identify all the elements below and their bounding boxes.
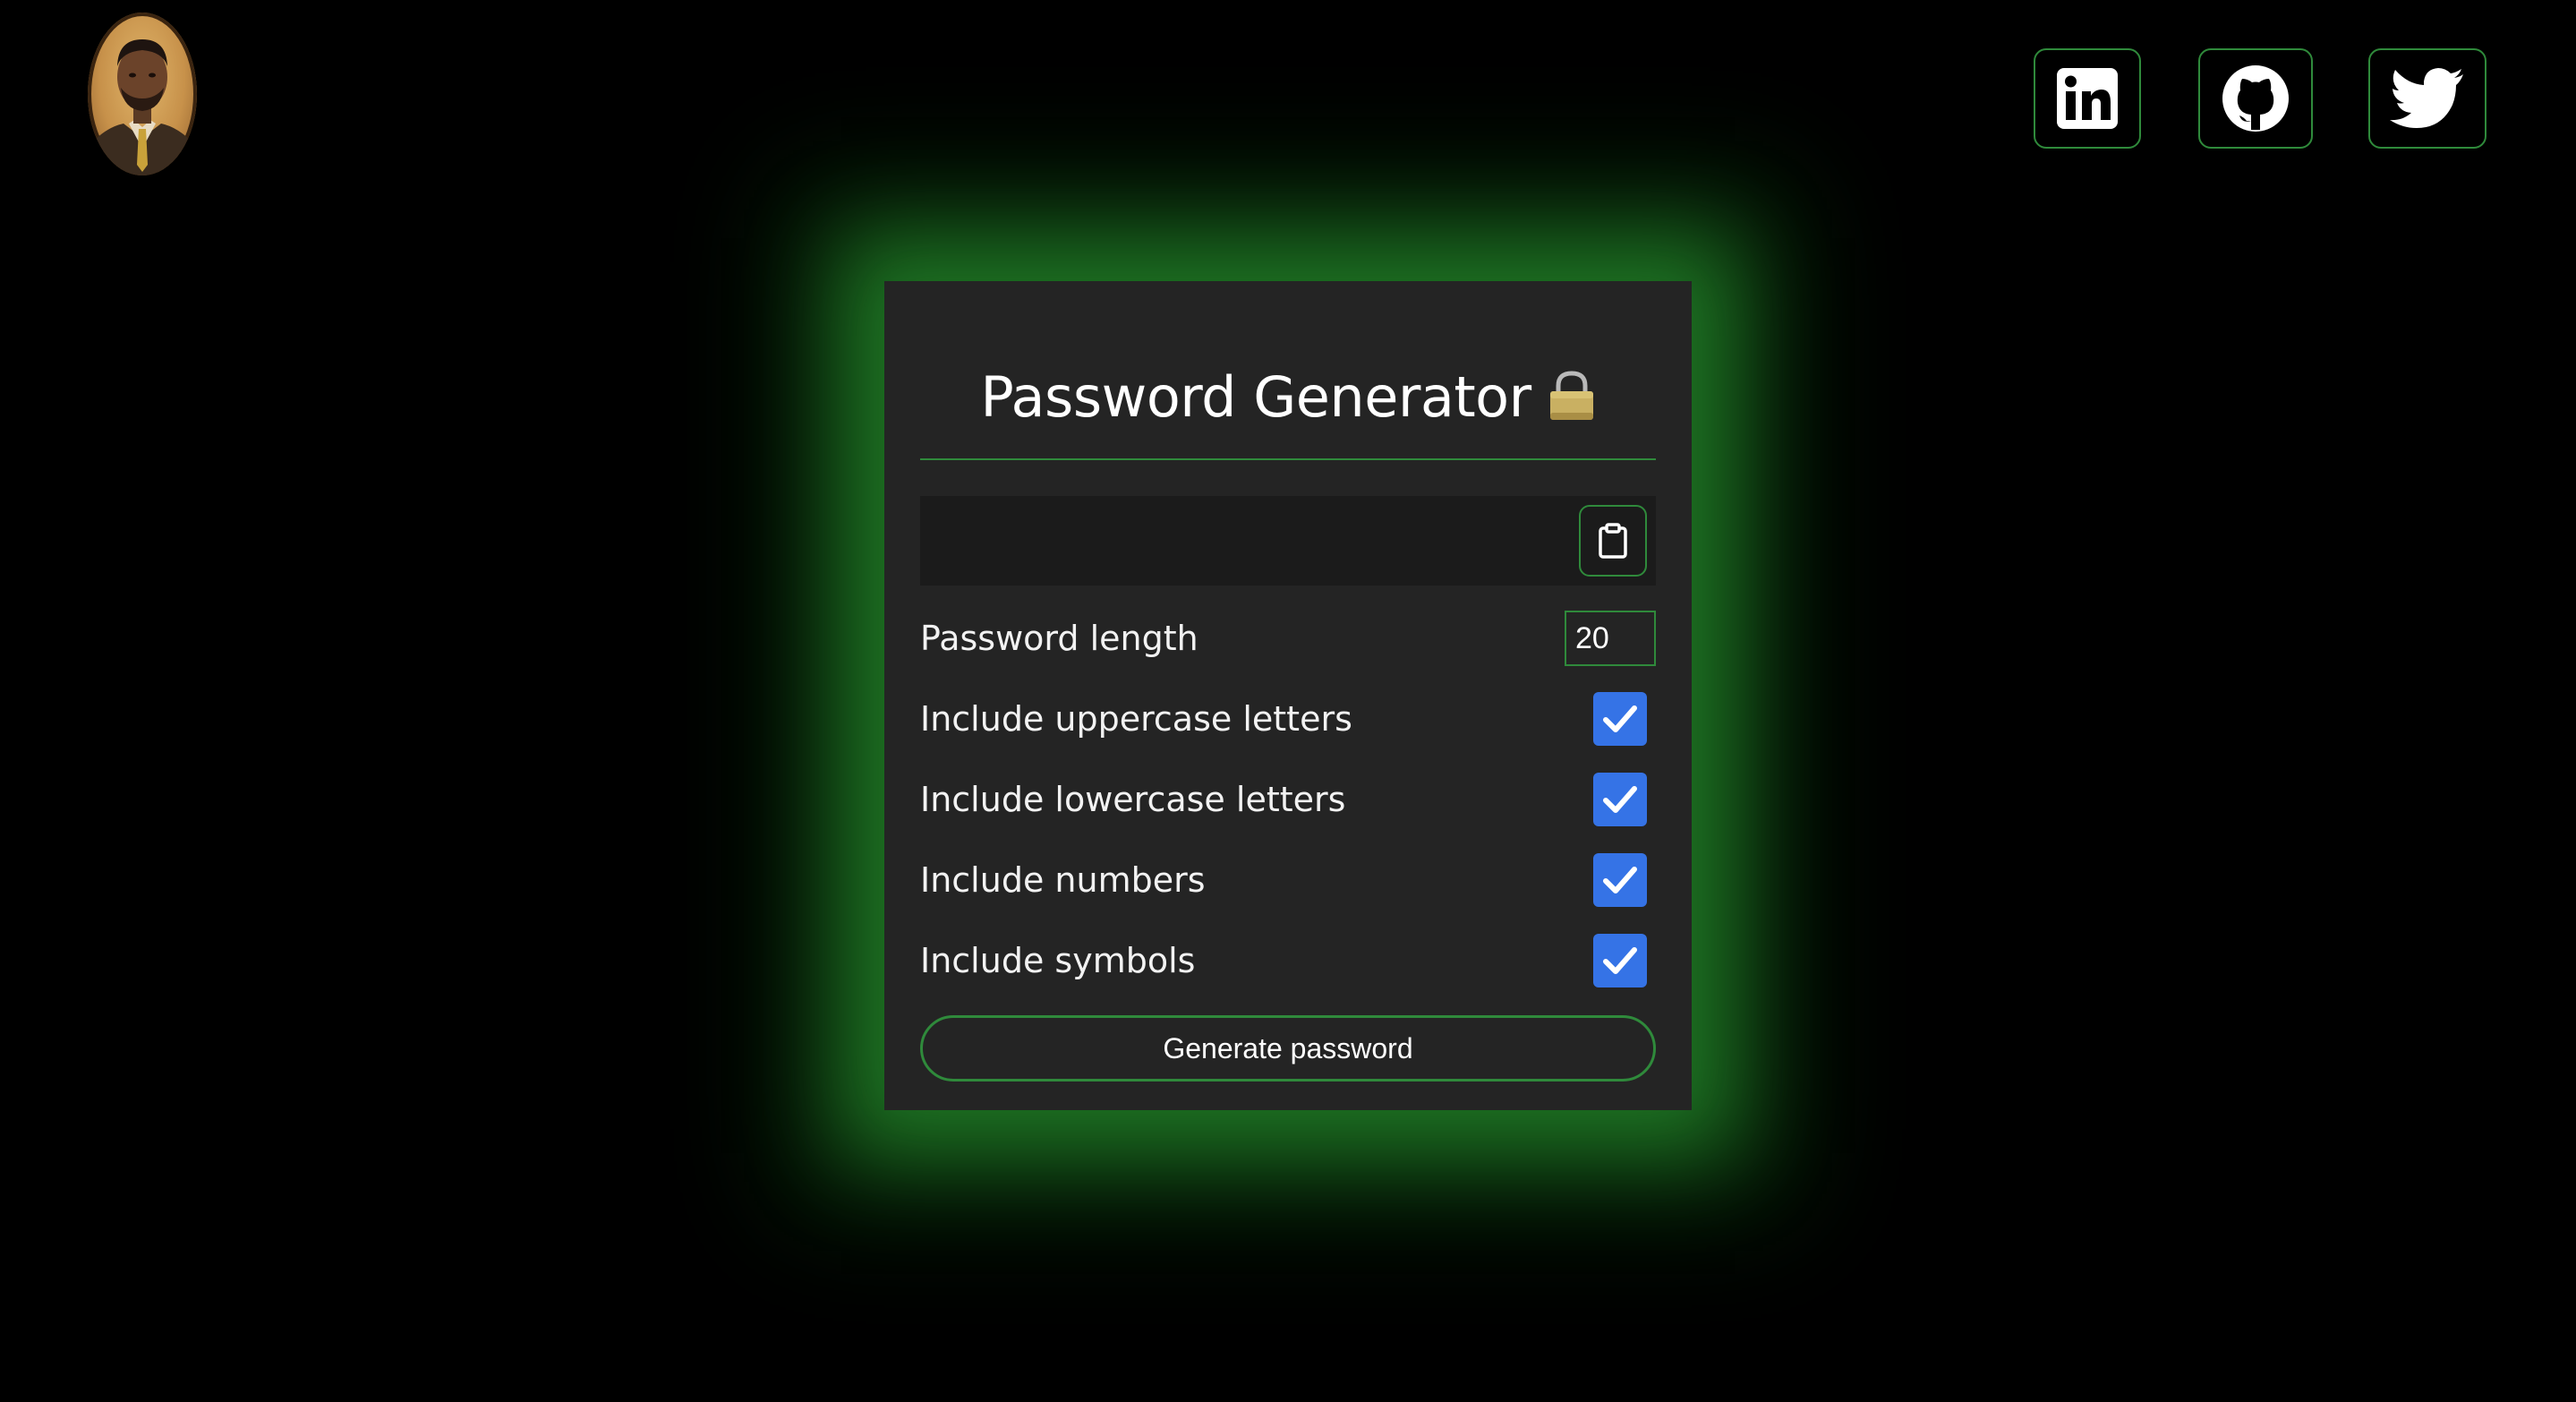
numbers-checkbox[interactable] bbox=[1593, 853, 1647, 907]
github-link[interactable] bbox=[2198, 48, 2313, 149]
checkmark-icon bbox=[1603, 786, 1637, 813]
symbols-option-label: Include symbols bbox=[920, 941, 1196, 980]
uppercase-option-row: Include uppercase letters bbox=[920, 679, 1656, 759]
generate-password-button[interactable]: Generate password bbox=[920, 1015, 1656, 1081]
uppercase-option-label: Include uppercase letters bbox=[920, 699, 1352, 739]
linkedin-icon bbox=[2057, 68, 2118, 129]
checkmark-icon bbox=[1603, 705, 1637, 732]
numbers-option-row: Include numbers bbox=[920, 840, 1656, 920]
lock-icon bbox=[1548, 360, 1596, 446]
symbols-option-row: Include symbols bbox=[920, 920, 1656, 1001]
card-title: Password Generator bbox=[920, 281, 1656, 440]
lowercase-option-row: Include lowercase letters bbox=[920, 759, 1656, 840]
password-length-label: Password length bbox=[920, 619, 1198, 658]
password-length-input[interactable] bbox=[1565, 611, 1656, 666]
avatar bbox=[88, 13, 197, 175]
checkmark-icon bbox=[1603, 867, 1637, 893]
numbers-option-label: Include numbers bbox=[920, 860, 1206, 900]
linkedin-link[interactable] bbox=[2034, 48, 2141, 149]
twitter-link[interactable] bbox=[2368, 48, 2486, 149]
lowercase-checkbox[interactable] bbox=[1593, 773, 1647, 826]
title-divider bbox=[920, 458, 1656, 460]
uppercase-checkbox[interactable] bbox=[1593, 692, 1647, 746]
github-icon bbox=[2222, 65, 2289, 132]
clipboard-icon bbox=[1599, 523, 1627, 559]
card-title-text: Password Generator bbox=[980, 364, 1531, 430]
password-output-row bbox=[920, 496, 1656, 586]
password-generator-card: Password Generator Password length Inclu… bbox=[884, 281, 1692, 1110]
lowercase-option-label: Include lowercase letters bbox=[920, 780, 1346, 819]
password-output-field[interactable] bbox=[920, 496, 1582, 586]
copy-button[interactable] bbox=[1579, 505, 1647, 577]
symbols-checkbox[interactable] bbox=[1593, 934, 1647, 987]
password-length-row: Password length bbox=[920, 598, 1656, 679]
twitter-icon bbox=[2390, 68, 2463, 128]
portrait-image bbox=[88, 39, 197, 175]
checkmark-icon bbox=[1603, 947, 1637, 974]
